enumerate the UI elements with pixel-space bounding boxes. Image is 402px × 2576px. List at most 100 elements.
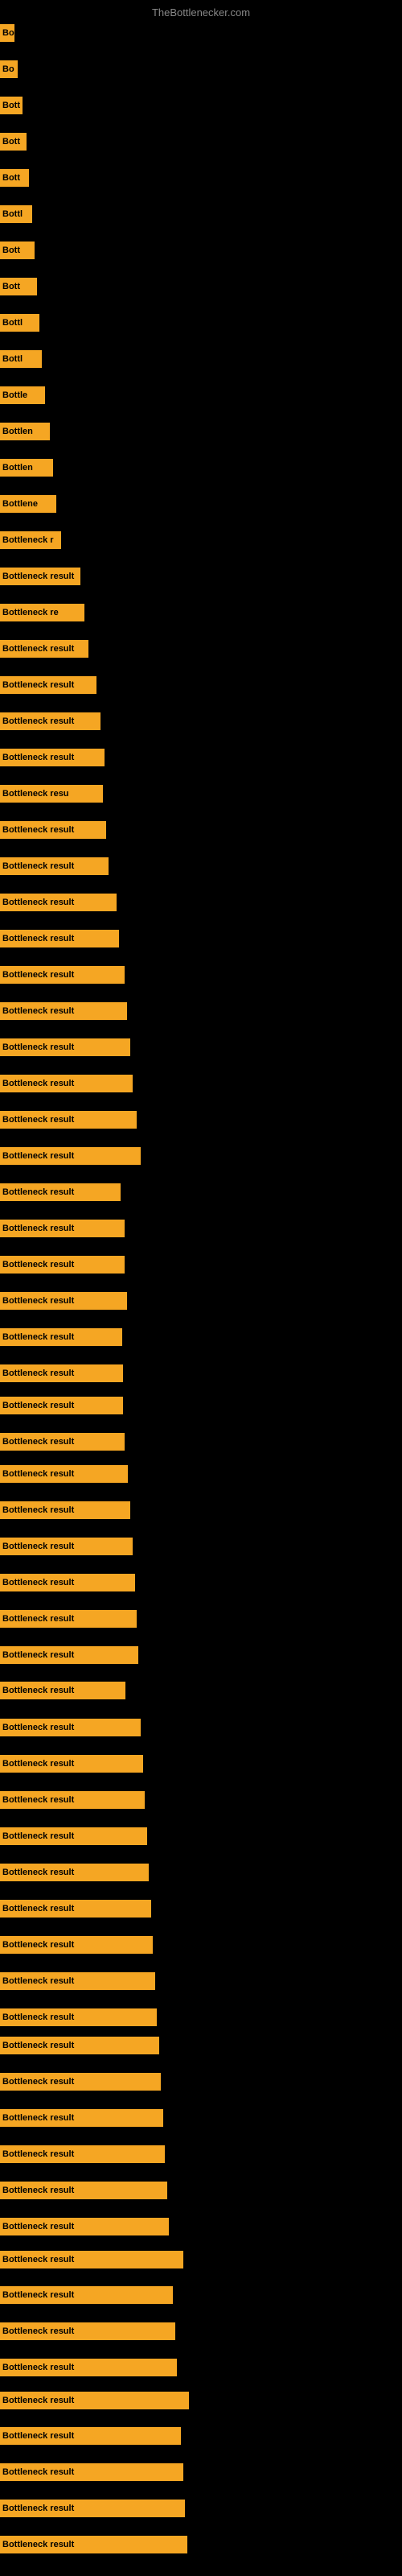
- bar-label: Bottleneck result: [0, 1397, 123, 1414]
- bar-label: Bottleneck result: [0, 894, 117, 911]
- bar-row: Bottleneck resu: [0, 785, 103, 803]
- bar-row: Bottleneck result: [0, 2109, 163, 2127]
- bar-row: Bottleneck result: [0, 2218, 169, 2235]
- bar-label: Bottleneck result: [0, 1111, 137, 1129]
- bar-row: Bottleneck result: [0, 2322, 175, 2340]
- site-title: TheBottlenecker.com: [152, 6, 250, 19]
- bar-label: Bott: [0, 133, 27, 151]
- bar-label: Bott: [0, 242, 35, 259]
- bar-label: Bottleneck re: [0, 604, 84, 621]
- bar-label: Bottleneck result: [0, 1433, 125, 1451]
- bar-row: Bottleneck result: [0, 1292, 127, 1310]
- bar-label: Bottleneck result: [0, 568, 80, 585]
- bar-row: Bottle: [0, 386, 45, 404]
- bar-row: Bottleneck result: [0, 1791, 145, 1809]
- bar-label: Bo: [0, 60, 18, 78]
- bar-label: Bottlen: [0, 423, 50, 440]
- bar-row: Bottl: [0, 314, 39, 332]
- bar-label: Bottleneck result: [0, 2463, 183, 2481]
- bar-label: Bottleneck result: [0, 1328, 122, 1346]
- bar-label: Bottleneck result: [0, 712, 100, 730]
- bar-row: Bottleneck result: [0, 1328, 122, 1346]
- bar-row: Bottleneck result: [0, 2251, 183, 2268]
- bar-row: Bottleneck result: [0, 821, 106, 839]
- bar-label: Bottleneck result: [0, 2073, 161, 2091]
- bar-row: Bottleneck result: [0, 712, 100, 730]
- bar-label: Bottl: [0, 205, 32, 223]
- bar-label: Bottl: [0, 350, 42, 368]
- bar-row: Bottleneck re: [0, 604, 84, 621]
- bar-row: Bottleneck result: [0, 1256, 125, 1274]
- bar-row: Bottleneck result: [0, 1183, 121, 1201]
- bar-label: Bott: [0, 169, 29, 187]
- bar-row: Bo: [0, 24, 14, 42]
- bar-label: Bottleneck result: [0, 1719, 141, 1736]
- bar-label: Bottleneck result: [0, 1900, 151, 1918]
- bar-row: Bottleneck result: [0, 1147, 141, 1165]
- bar-row: Bottleneck result: [0, 1646, 138, 1664]
- bar-label: Bottleneck result: [0, 2251, 183, 2268]
- bar-row: Bottleneck result: [0, 640, 88, 658]
- bar-row: Bottleneck result: [0, 1075, 133, 1092]
- bar-row: Bottleneck result: [0, 1972, 155, 1990]
- bar-label: Bottleneck result: [0, 1465, 128, 1483]
- bar-label: Bottleneck result: [0, 1791, 145, 1809]
- bar-label: Bottleneck result: [0, 2218, 169, 2235]
- bar-row: Bottleneck result: [0, 749, 105, 766]
- bar-label: Bottleneck result: [0, 1038, 130, 1056]
- bar-label: Bottleneck result: [0, 1220, 125, 1237]
- bar-label: Bottleneck result: [0, 1292, 127, 1310]
- bar-label: Bottleneck result: [0, 749, 105, 766]
- bar-row: Bottlen: [0, 459, 53, 477]
- bar-row: Bottleneck result: [0, 2359, 177, 2376]
- bar-label: Bottleneck result: [0, 640, 88, 658]
- bar-label: Bottleneck result: [0, 2500, 185, 2517]
- bar-row: Bottleneck result: [0, 2536, 187, 2553]
- bar-label: Bottle: [0, 386, 45, 404]
- bar-row: Bottleneck result: [0, 568, 80, 585]
- bar-row: Bott: [0, 97, 23, 114]
- bar-row: Bott: [0, 242, 35, 259]
- bar-row: Bottleneck result: [0, 1827, 147, 1845]
- bar-label: Bottleneck result: [0, 1538, 133, 1555]
- bar-row: Bottleneck result: [0, 2073, 161, 2091]
- bar-row: Bottleneck result: [0, 1038, 130, 1056]
- bar-row: Bottlen: [0, 423, 50, 440]
- bar-label: Bottleneck result: [0, 1002, 127, 1020]
- bar-label: Bottleneck result: [0, 1364, 123, 1382]
- bar-label: Bottleneck result: [0, 857, 109, 875]
- bar-label: Bottleneck result: [0, 2392, 189, 2409]
- bar-row: Bottleneck result: [0, 2037, 159, 2054]
- bar-label: Bottleneck result: [0, 676, 96, 694]
- bar-label: Bottleneck result: [0, 1501, 130, 1519]
- bar-label: Bottleneck result: [0, 2359, 177, 2376]
- bar-row: Bottleneck result: [0, 1433, 125, 1451]
- bar-row: Bottleneck result: [0, 1501, 130, 1519]
- bar-label: Bottleneck resu: [0, 785, 103, 803]
- bar-label: Bottleneck result: [0, 821, 106, 839]
- bar-label: Bottleneck result: [0, 1755, 143, 1773]
- bar-row: Bottl: [0, 350, 42, 368]
- bar-label: Bott: [0, 278, 37, 295]
- bar-row: Bo: [0, 60, 18, 78]
- bar-label: Bottlene: [0, 495, 56, 513]
- bar-row: Bottleneck result: [0, 1936, 153, 1954]
- bar-row: Bottleneck result: [0, 2500, 185, 2517]
- bar-row: Bottleneck result: [0, 1220, 125, 1237]
- bar-row: Bottleneck result: [0, 1002, 127, 1020]
- bar-row: Bottleneck result: [0, 894, 117, 911]
- bar-row: Bottleneck result: [0, 1397, 123, 1414]
- bar-label: Bottleneck result: [0, 2182, 167, 2199]
- bar-row: Bott: [0, 169, 29, 187]
- bar-row: Bottleneck result: [0, 1574, 135, 1591]
- bar-row: Bott: [0, 133, 27, 151]
- bar-row: Bottleneck result: [0, 1719, 141, 1736]
- bar-row: Bottleneck result: [0, 1755, 143, 1773]
- bar-label: Bottleneck r: [0, 531, 61, 549]
- bar-label: Bottl: [0, 314, 39, 332]
- bar-row: Bottleneck r: [0, 531, 61, 549]
- bar-row: Bottleneck result: [0, 1900, 151, 1918]
- bar-label: Bottleneck result: [0, 966, 125, 984]
- bar-label: Bottleneck result: [0, 2145, 165, 2163]
- bar-label: Bottleneck result: [0, 1574, 135, 1591]
